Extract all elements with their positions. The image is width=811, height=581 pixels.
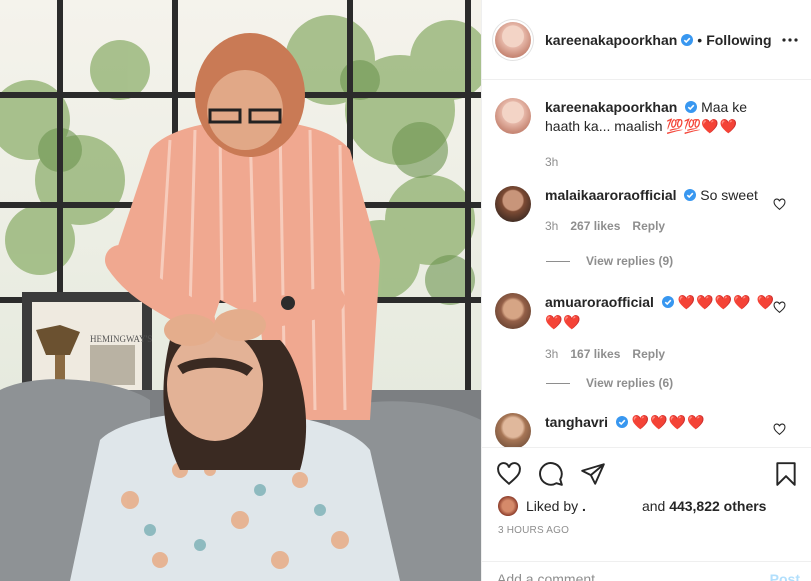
paper-plane-icon[interactable] — [580, 461, 606, 487]
view-replies-label: View replies (6) — [586, 376, 674, 390]
author-avatar[interactable] — [495, 21, 531, 58]
comment-time[interactable]: 3h — [545, 345, 558, 364]
post-timestamp[interactable]: 3 HOURS AGO — [498, 525, 569, 536]
liked-by-avatar[interactable] — [498, 496, 518, 516]
comment-bubble-icon[interactable] — [538, 461, 564, 487]
comment-like-heart-icon[interactable] — [773, 423, 786, 436]
verified-badge-icon — [681, 33, 694, 46]
post-actions: Liked by . and 443,822 others 3 HOURS AG… — [482, 447, 811, 581]
verified-badge-icon — [684, 189, 697, 201]
comment-username[interactable]: tanghavri — [545, 414, 608, 430]
comment-likes[interactable]: 167 likes — [570, 345, 620, 364]
comment-item: malaikaaroraofficial So sweet 3h 267 lik… — [495, 186, 811, 236]
verified-badge-icon — [615, 416, 628, 428]
view-replies-button[interactable]: View replies (9) — [546, 254, 673, 268]
liked-by-name[interactable]: . — [582, 498, 586, 514]
comment-item: amuaroraofficial ❤️❤️❤️❤️ ❤️❤️❤️ 3h 167 … — [495, 293, 811, 364]
more-options-icon[interactable] — [782, 32, 798, 48]
following-button[interactable]: Following — [706, 32, 771, 48]
comment-username[interactable]: amuaroraofficial — [545, 294, 654, 310]
comment-text: So sweet — [700, 187, 758, 203]
comment-time[interactable]: 3h — [545, 217, 558, 236]
author-username[interactable]: kareenakapoorkhan — [545, 32, 677, 48]
caption: kareenakapoorkhan Maa ke haath ka... maa… — [495, 98, 811, 172]
liked-by: Liked by . and 443,822 others — [498, 496, 766, 516]
comment-input[interactable] — [497, 571, 727, 581]
comment-avatar[interactable] — [495, 293, 531, 329]
reply-button[interactable]: Reply — [632, 345, 665, 364]
view-replies-button[interactable]: View replies (6) — [546, 376, 673, 390]
comment-username[interactable]: malaikaaroraofficial — [545, 187, 677, 203]
post-photo[interactable]: HEMINGWAY'S — [0, 0, 481, 581]
comment-item: tanghavri ❤️❤️❤️❤️ — [495, 413, 811, 447]
caption-emojis: 💯💯 — [666, 119, 702, 135]
caption-hearts: ❤️❤️ — [701, 119, 739, 135]
comment-avatar[interactable] — [495, 413, 531, 447]
like-count[interactable]: 443,822 others — [669, 498, 766, 514]
add-comment-bar: Post — [482, 561, 811, 581]
comment-like-heart-icon[interactable] — [773, 301, 786, 314]
view-replies-line — [546, 260, 570, 262]
comment-hearts: ❤️❤️❤️❤️ — [631, 415, 706, 431]
post-side-panel: kareenakapoorkhan • Following kareenakap… — [481, 0, 811, 581]
comment-avatar[interactable] — [495, 186, 531, 222]
liked-by-connector: and — [641, 498, 666, 514]
comment-likes[interactable]: 267 likes — [570, 217, 620, 236]
heart-outline-icon[interactable] — [496, 461, 522, 487]
verified-badge-icon — [661, 296, 674, 308]
comments-list[interactable]: kareenakapoorkhan Maa ke haath ka... maa… — [482, 81, 811, 447]
post-comment-button[interactable]: Post — [770, 571, 800, 581]
view-replies-label: View replies (9) — [586, 254, 674, 268]
post-header: kareenakapoorkhan • Following — [482, 0, 811, 80]
liked-by-prefix: Liked by — [526, 498, 579, 514]
caption-username[interactable]: kareenakapoorkhan — [545, 99, 677, 115]
reply-button[interactable]: Reply — [632, 217, 665, 236]
svg-text:HEMINGWAY'S: HEMINGWAY'S — [90, 334, 152, 344]
view-replies-line — [546, 382, 570, 384]
caption-avatar[interactable] — [495, 98, 531, 134]
comment-like-heart-icon[interactable] — [773, 198, 786, 211]
header-separator: • — [697, 31, 703, 48]
bookmark-icon[interactable] — [773, 461, 799, 487]
verified-badge-icon — [685, 101, 698, 113]
caption-time[interactable]: 3h — [545, 153, 558, 172]
